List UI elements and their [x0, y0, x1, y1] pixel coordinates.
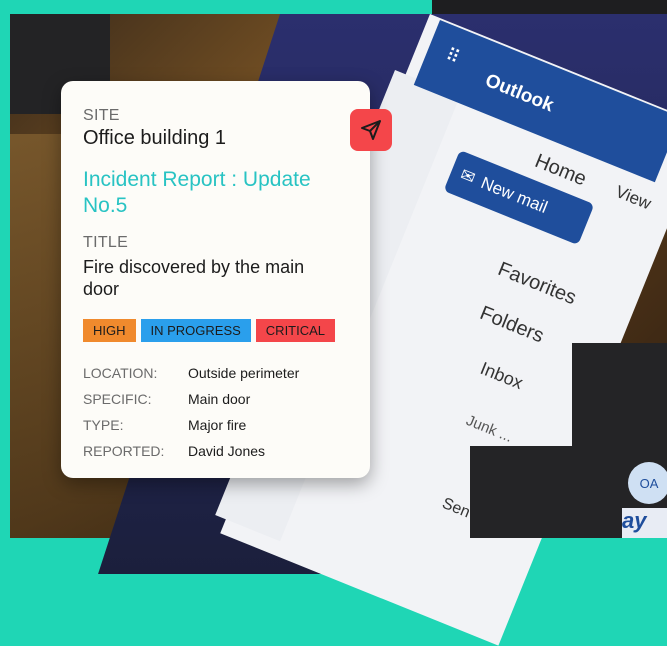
field-value: Outside perimeter: [188, 364, 300, 381]
field-value: Main door: [188, 390, 251, 407]
status-badge-in-progress: IN PROGRESS: [140, 318, 251, 342]
field-row: LOCATION: Outside perimeter: [83, 360, 370, 386]
field-row: TYPE: Major fire: [83, 412, 370, 438]
field-key: REPORTED:: [83, 442, 165, 459]
field-value: Major fire: [188, 416, 247, 433]
severity-badge-critical: CRITICAL: [255, 318, 336, 342]
teal-border-top: [0, 0, 432, 14]
teal-border-left: [0, 0, 10, 538]
field-key: SPECIFIC:: [83, 390, 152, 407]
pay-chip: ay: [622, 508, 667, 538]
dark-overlay-block: [572, 343, 667, 453]
field-row: REPORTED: David Jones: [83, 438, 370, 464]
site-name: Office building 1: [83, 127, 227, 149]
field-row: SPECIFIC: Main door: [83, 386, 370, 412]
incident-fields: LOCATION: Outside perimeter SPECIFIC: Ma…: [83, 360, 370, 464]
site-label: SITE: [83, 107, 120, 124]
incident-heading: Incident Report : Update No.5: [83, 168, 311, 218]
field-key: TYPE:: [83, 416, 124, 433]
send-icon: [361, 120, 381, 140]
priority-badge-high: HIGH: [83, 318, 136, 342]
dark-overlay-block: [470, 446, 572, 538]
status-tags: HIGH IN PROGRESS CRITICAL: [83, 318, 370, 342]
send-button[interactable]: [350, 109, 392, 151]
incident-card: SITE Office building 1 Incident Report :…: [61, 81, 370, 478]
field-key: LOCATION:: [83, 364, 158, 381]
incident-title: Fire discovered by the main door: [83, 256, 305, 300]
mail-icon: ✉: [457, 164, 478, 188]
avatar[interactable]: OA: [628, 462, 667, 504]
title-label: TITLE: [83, 233, 129, 251]
field-value: David Jones: [188, 442, 266, 459]
dark-corner-block: [432, 0, 667, 14]
